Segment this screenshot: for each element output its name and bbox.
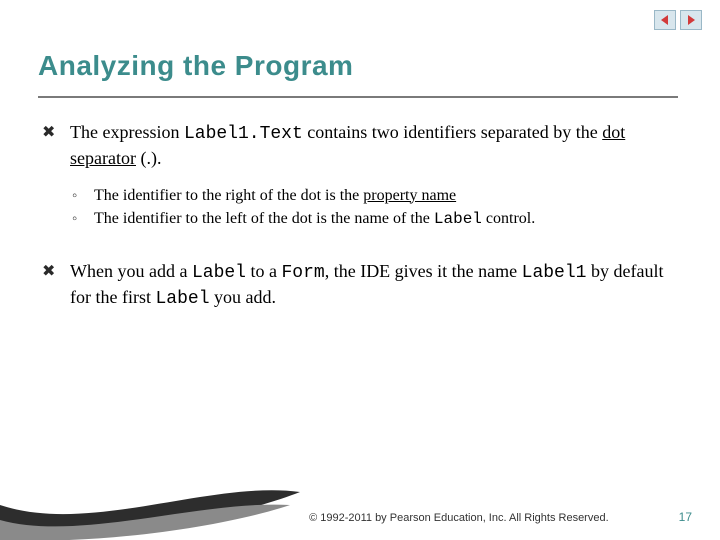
code-fragment: Label1.Text: [184, 124, 303, 144]
sub-list: ◦ The identifier to the right of the dot…: [72, 185, 678, 231]
text-fragment: (.).: [136, 148, 162, 168]
sub-bullet-marker-icon: ◦: [72, 208, 94, 229]
triangle-right-icon: [685, 14, 697, 26]
slide: Analyzing the Program ✖ The expression L…: [0, 0, 720, 540]
slide-title: Analyzing the Program: [38, 50, 353, 82]
bullet-text: The expression Label1.Text contains two …: [70, 120, 678, 171]
text-fragment: The identifier to the left of the dot is…: [94, 210, 434, 227]
bullet-item: ✖ When you add a Label to a Form, the ID…: [42, 259, 678, 312]
sub-bullet-text: The identifier to the right of the dot i…: [94, 185, 456, 207]
footer: © 1992-2011 by Pearson Education, Inc. A…: [0, 510, 720, 524]
nav-arrows: [654, 10, 702, 30]
sub-bullet-text: The identifier to the left of the dot is…: [94, 208, 535, 231]
code-fragment: Form: [281, 263, 324, 283]
sub-bullet-item: ◦ The identifier to the right of the dot…: [72, 185, 678, 207]
page-number: 17: [679, 510, 692, 524]
triangle-left-icon: [659, 14, 671, 26]
decorative-swoosh-icon: [0, 450, 360, 540]
code-fragment: Label: [434, 210, 482, 228]
next-button[interactable]: [680, 10, 702, 30]
bullet-item: ✖ The expression Label1.Text contains tw…: [42, 120, 678, 171]
sub-bullet-marker-icon: ◦: [72, 185, 94, 206]
text-fragment: , the IDE gives it the name: [325, 261, 522, 281]
bullet-marker-icon: ✖: [42, 259, 70, 283]
code-fragment: Label: [155, 289, 209, 309]
bullet-text: When you add a Label to a Form, the IDE …: [70, 259, 678, 312]
text-fragment: control.: [482, 210, 535, 227]
text-fragment: The expression: [70, 122, 184, 142]
text-fragment: you add.: [210, 287, 277, 307]
text-fragment: When you add a: [70, 261, 192, 281]
code-fragment: Label: [192, 263, 246, 283]
term: property name: [363, 187, 456, 204]
prev-button[interactable]: [654, 10, 676, 30]
sub-bullet-item: ◦ The identifier to the left of the dot …: [72, 208, 678, 231]
content-area: ✖ The expression Label1.Text contains tw…: [42, 120, 678, 317]
text-fragment: to a: [246, 261, 282, 281]
code-fragment: Label1: [522, 263, 587, 283]
text-fragment: The identifier to the right of the dot i…: [94, 187, 363, 204]
copyright-text: © 1992-2011 by Pearson Education, Inc. A…: [309, 512, 609, 524]
title-underline: [38, 96, 678, 98]
bullet-marker-icon: ✖: [42, 120, 70, 144]
text-fragment: contains two identifiers separated by th…: [303, 122, 602, 142]
